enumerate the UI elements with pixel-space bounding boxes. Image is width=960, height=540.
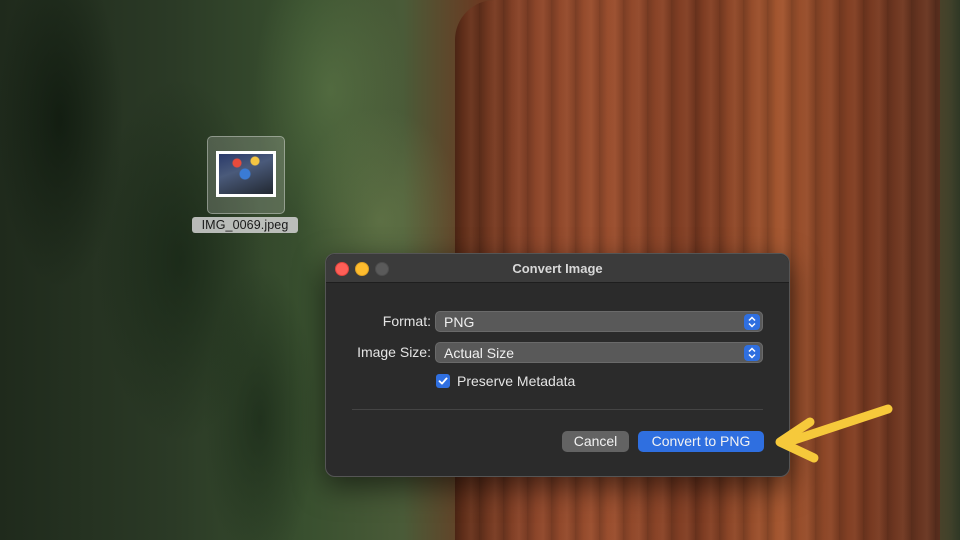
- image-size-value: Actual Size: [444, 345, 515, 361]
- preserve-metadata-checkbox[interactable]: [436, 374, 450, 388]
- chevron-updown-icon: [744, 314, 760, 330]
- format-select[interactable]: PNG: [435, 311, 763, 332]
- arrow-left-icon: [775, 404, 893, 463]
- chevron-updown-icon: [744, 345, 760, 361]
- dialog-title: Convert Image: [512, 261, 603, 276]
- image-size-label: Image Size:: [357, 344, 431, 360]
- format-label: Format:: [382, 313, 431, 329]
- divider: [352, 409, 763, 410]
- cancel-button[interactable]: Cancel: [562, 431, 629, 452]
- wallpaper-foliage: [940, 0, 960, 540]
- desktop-file-label: IMG_0069.jpeg: [192, 217, 298, 233]
- format-value: PNG: [444, 314, 475, 330]
- image-thumbnail-icon: [207, 136, 285, 214]
- convert-image-dialog: Convert Image Format: PNG Image Size: Ac…: [325, 253, 790, 477]
- preserve-metadata-label[interactable]: Preserve Metadata: [457, 373, 575, 389]
- convert-button[interactable]: Convert to PNG: [638, 431, 764, 452]
- dialog-titlebar: Convert Image: [326, 254, 789, 283]
- desktop-file-icon[interactable]: IMG_0069.jpeg: [190, 136, 300, 240]
- checkmark-icon: [438, 377, 448, 385]
- image-size-select[interactable]: Actual Size: [435, 342, 763, 363]
